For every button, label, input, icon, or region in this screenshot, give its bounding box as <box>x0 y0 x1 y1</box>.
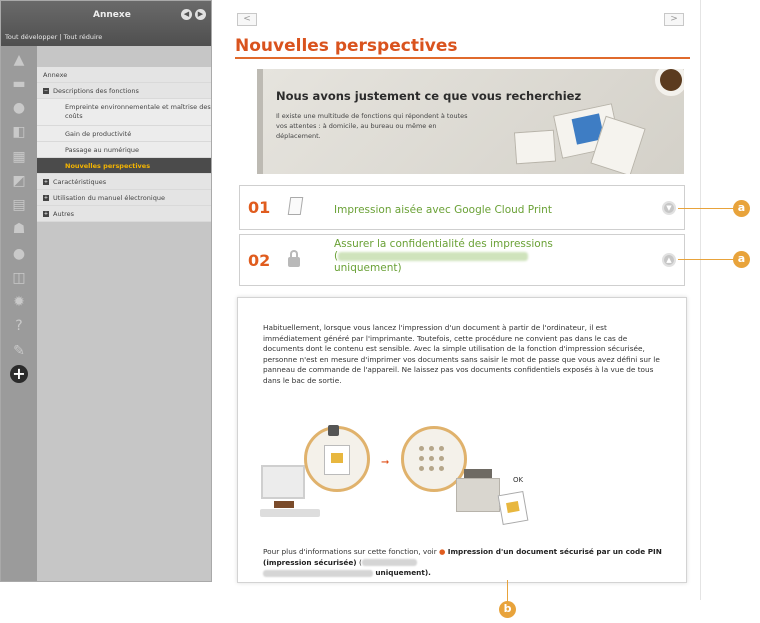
details-paragraph: Habituellement, lorsque vous lancez l'im… <box>263 323 660 385</box>
collapse-all-link[interactable]: Tout réduire <box>64 33 103 41</box>
tree-item-passage-numerique[interactable]: Passage au numérique <box>37 142 211 158</box>
tree-item-autres[interactable]: + Autres <box>37 206 211 222</box>
tree-item-nouvelles-perspectives[interactable]: Nouvelles perspectives <box>37 158 211 174</box>
monitor-stand-image <box>274 501 294 508</box>
pane-prev-button[interactable]: ◀ <box>181 9 192 20</box>
expand-toggle-icon[interactable]: + <box>43 179 49 185</box>
contents-tree: Annexe − Descriptions des fonctions Empre… <box>37 67 211 222</box>
expand-all-link[interactable]: Tout développer <box>5 33 57 41</box>
tree-item-annexe[interactable]: Annexe <box>37 67 211 83</box>
title-underline <box>235 57 690 59</box>
lock-icon <box>286 248 306 272</box>
collapse-toggle-icon[interactable]: − <box>43 88 49 94</box>
tree-item-utilisation-manuel[interactable]: + Utilisation du manuel électronique <box>37 190 211 206</box>
expand-button[interactable]: ▲ <box>662 253 676 267</box>
feature-title-link[interactable]: Impression aisée avec Google Cloud Print <box>334 204 552 216</box>
feature-number: 01 <box>248 198 271 217</box>
redacted-model-names <box>263 569 373 577</box>
keyboard-image <box>260 509 320 517</box>
link-arrow-icon: ● <box>439 547 446 556</box>
feature-row-02[interactable]: 02 Assurer la confidentialité des impres… <box>239 234 685 286</box>
pane-next-button[interactable]: ▶ <box>195 9 206 20</box>
redacted-model-names <box>338 251 529 261</box>
callout-leader-line <box>507 580 508 602</box>
feature-number: 02 <box>248 251 271 270</box>
printer-icon[interactable]: ▬ <box>10 76 28 92</box>
expand-button[interactable]: ▼ <box>662 201 676 215</box>
callout-a-marker: a <box>733 251 750 268</box>
hero-banner: Nous avons justement ce que vous recherc… <box>257 69 684 174</box>
printer-image <box>456 478 500 512</box>
lock-icon <box>328 425 339 436</box>
network-icon[interactable]: ☗ <box>10 221 28 237</box>
expand-collapse-bar: Tout développer | Tout réduire <box>1 30 102 45</box>
pane-header: Annexe ◀ ▶ Tout développer | Tout réduir… <box>1 1 211 46</box>
category-icon-strip: ▲ ▬ ● ◧ ▦ ◩ ▤ ☗ ● ◫ ✹ ? ✎ + <box>1 46 37 581</box>
scan-icon[interactable]: ◩ <box>10 173 28 189</box>
copy-icon[interactable]: ◧ <box>10 124 28 140</box>
callout-a-marker: a <box>733 200 750 217</box>
device-icon[interactable]: ◫ <box>10 270 28 286</box>
computer-monitor-image <box>261 465 305 499</box>
printed-document-image <box>497 490 529 526</box>
wrench-icon[interactable]: ✎ <box>10 343 28 359</box>
gear-icon[interactable]: ✹ <box>10 294 28 310</box>
navigation-pane: Annexe ◀ ▶ Tout développer | Tout réduir… <box>0 0 212 582</box>
hand-icon[interactable]: ● <box>10 100 28 116</box>
paper-image <box>513 129 557 165</box>
callout-leader-line <box>678 208 734 209</box>
previous-page-button[interactable]: < <box>237 13 257 26</box>
expand-toggle-icon[interactable]: + <box>43 211 49 217</box>
feature-row-01[interactable]: 01 Impression aisée avec Google Cloud Pr… <box>239 185 685 230</box>
help-icon[interactable]: ? <box>10 318 28 334</box>
plus-icon[interactable]: + <box>10 365 28 383</box>
tree-item-descriptions[interactable]: − Descriptions des fonctions <box>37 83 211 99</box>
ok-label: OK <box>513 476 524 484</box>
page-title: Nouvelles perspectives <box>235 36 458 56</box>
expand-toggle-icon[interactable]: + <box>43 195 49 201</box>
warning-icon[interactable]: ▲ <box>10 52 28 68</box>
cloud-print-icon <box>286 195 306 219</box>
security-icon[interactable]: ● <box>10 246 28 262</box>
redacted-model-names <box>361 559 417 566</box>
pane-title: Annexe <box>93 10 131 20</box>
content-divider <box>700 0 701 600</box>
feature-details-panel: Habituellement, lorsque vous lancez l'im… <box>237 297 687 583</box>
more-info-text: Pour plus d'informations sur cette fonct… <box>263 547 662 577</box>
tree-item-empreinte[interactable]: Empreinte environnementale et maîtrise d… <box>37 99 211 126</box>
fax-icon[interactable]: ▦ <box>10 149 28 165</box>
tray-icon[interactable]: ▤ <box>10 197 28 213</box>
callout-b-marker: b <box>499 601 516 618</box>
banner-text: Il existe une multitude de fonctions qui… <box>276 112 468 140</box>
tree-item-gain-productivite[interactable]: Gain de productivité <box>37 126 211 142</box>
keypad-image <box>416 443 450 477</box>
banner-heading: Nous avons justement ce que vous recherc… <box>276 89 582 103</box>
banner-edge <box>257 69 263 174</box>
feature-title-link[interactable]: Assurer la confidentialité des impressio… <box>334 238 594 274</box>
arrow-right-icon: ➞ <box>381 457 390 468</box>
callout-leader-line <box>678 259 734 260</box>
document-image <box>324 445 350 475</box>
tree-item-caracteristiques[interactable]: + Caractéristiques <box>37 174 211 190</box>
next-page-button[interactable]: > <box>664 13 684 26</box>
coffee-image <box>660 69 682 91</box>
